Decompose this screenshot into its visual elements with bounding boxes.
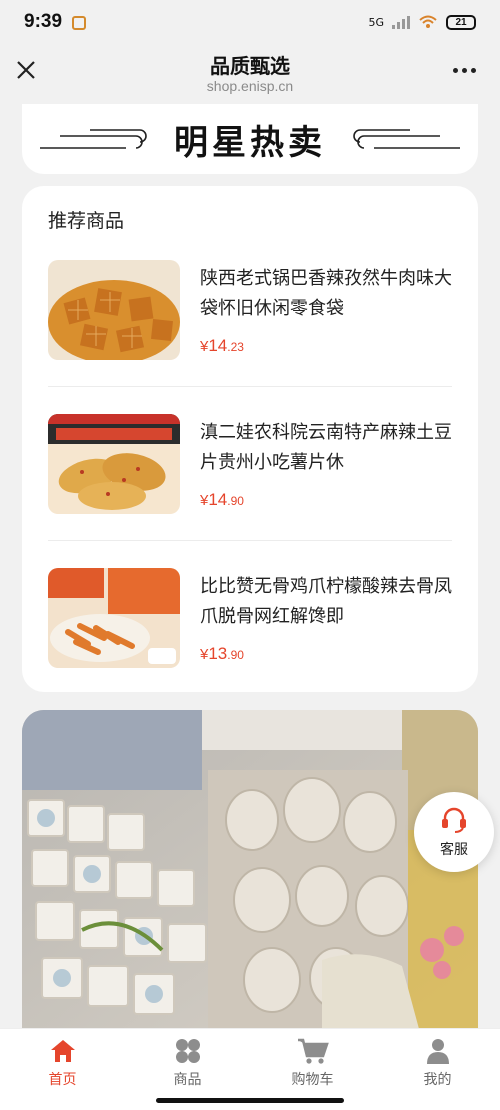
cart-icon bbox=[297, 1038, 329, 1064]
status-indicators: 5G 21 bbox=[368, 14, 476, 30]
grid-icon bbox=[175, 1039, 200, 1063]
product-name: 陕西老式锅巴香辣孜然牛肉味大袋怀旧休闲零食袋 bbox=[200, 268, 452, 319]
tab-label: 购物车 bbox=[291, 1072, 334, 1088]
right-cloud-decoration-icon bbox=[353, 129, 460, 149]
left-cloud-decoration-icon bbox=[40, 129, 147, 149]
tab-home[interactable]: 首页 bbox=[0, 1029, 125, 1110]
user-icon bbox=[426, 1039, 449, 1064]
battery-icon: 21 bbox=[446, 14, 476, 30]
tab-label: 我的 bbox=[423, 1072, 452, 1088]
product-price: ¥13.90 bbox=[200, 644, 244, 663]
notification-app-icon bbox=[72, 16, 87, 30]
product-image bbox=[48, 414, 180, 514]
product-name: 比比赞无骨鸡爪柠檬酸辣去骨凤爪脱骨网红解馋即 bbox=[200, 576, 452, 627]
product-item[interactable]: 陕西老式锅巴香辣孜然牛肉味大袋怀旧休闲零食袋 ¥14.23 bbox=[48, 260, 452, 380]
product-item[interactable]: 比比赞无骨鸡爪柠檬酸辣去骨凤爪脱骨网红解馋即 ¥13.90 bbox=[48, 568, 452, 688]
recommended-products-card: 推荐商品 陕西老式锅巴香辣孜然牛肉味大袋怀旧休闲零食袋 ¥14.23 滇二娃农科… bbox=[22, 186, 478, 692]
product-image bbox=[48, 260, 180, 360]
tab-profile[interactable]: 我的 bbox=[375, 1029, 500, 1110]
star-products-banner: 明星热卖 bbox=[22, 104, 478, 174]
more-options-icon[interactable] bbox=[453, 68, 476, 73]
home-indicator bbox=[156, 1098, 344, 1103]
page-url: shop.enisp.cn bbox=[206, 78, 294, 94]
customer-service-button[interactable]: 客服 bbox=[414, 792, 494, 872]
headset-icon bbox=[442, 807, 466, 833]
product-price: ¥14.90 bbox=[200, 490, 244, 509]
wifi-icon bbox=[419, 15, 437, 28]
tab-label: 商品 bbox=[173, 1072, 202, 1088]
divider bbox=[48, 386, 452, 387]
product-price: ¥14.23 bbox=[200, 336, 244, 355]
product-name: 滇二娃农科院云南特产麻辣土豆片贵州小吃薯片休 bbox=[200, 422, 452, 473]
status-time: 9:39 bbox=[24, 11, 63, 32]
product-item[interactable]: 滇二娃农科院云南特产麻辣土豆片贵州小吃薯片休 ¥14.90 bbox=[48, 414, 452, 534]
product-image bbox=[48, 568, 180, 668]
status-bar: 9:39 5G 21 bbox=[0, 0, 500, 44]
divider bbox=[48, 540, 452, 541]
network-label: 5G bbox=[368, 15, 384, 29]
home-icon bbox=[50, 1040, 75, 1062]
recommended-heading: 推荐商品 bbox=[48, 210, 125, 232]
page-title: 品质甄选 bbox=[210, 54, 290, 78]
page-header: 品质甄选 shop.enisp.cn bbox=[0, 44, 500, 102]
accessory-store-photo[interactable] bbox=[22, 710, 478, 1040]
customer-service-label: 客服 bbox=[440, 842, 468, 858]
signal-icon bbox=[392, 15, 410, 29]
banner-title: 明星热卖 bbox=[174, 122, 326, 163]
tab-label: 首页 bbox=[48, 1072, 77, 1088]
